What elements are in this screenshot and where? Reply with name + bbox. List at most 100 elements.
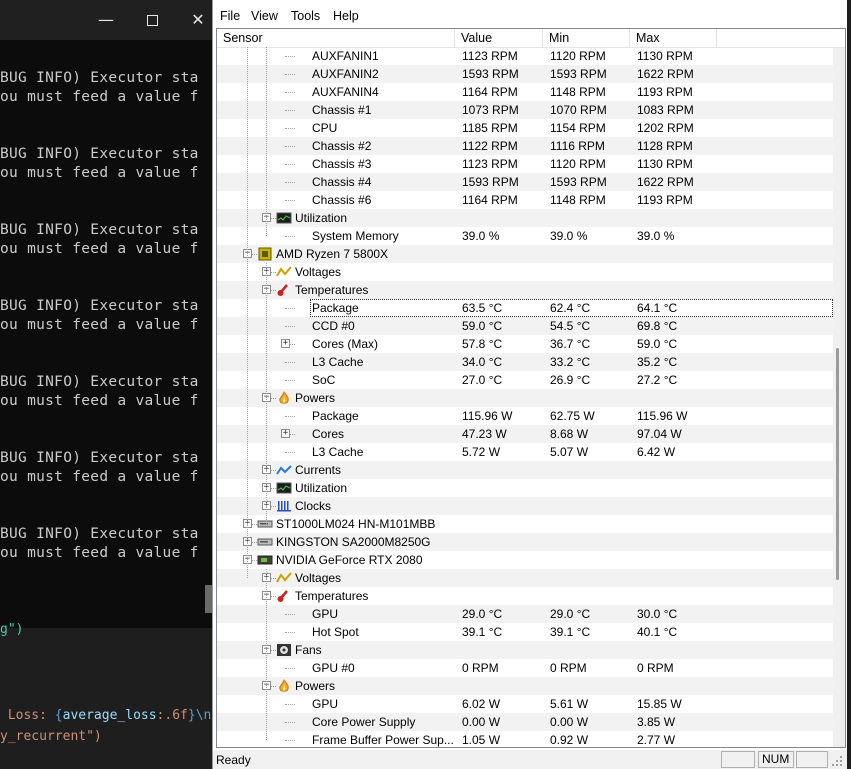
sensor-max: 1128 RPM (637, 139, 693, 153)
sensor-value: 1593 RPM (462, 175, 519, 189)
minimize-button[interactable]: — (93, 8, 119, 32)
sensor-max: 69.8 °C (637, 319, 678, 333)
clock-icon (277, 501, 291, 512)
tree-connector (285, 668, 295, 669)
sensor-max: 59.0 °C (637, 337, 678, 351)
sensor-row[interactable]: Frame Buffer Power Sup... 1.05 W 0.92 W 2.7… (217, 731, 833, 747)
sensor-label: Chassis #1 (312, 103, 372, 117)
menu-file[interactable]: File (220, 9, 240, 23)
sensor-min: 1120 RPM (550, 157, 606, 171)
sensor-row[interactable]: Chassis #3 1123 RPM 1120 RPM 1130 RPM (217, 155, 833, 173)
sensor-row[interactable]: AUXFANIN4 1164 RPM 1148 RPM 1193 RPM (217, 83, 833, 101)
sensor-group-row[interactable]: + Currents (217, 461, 833, 479)
sensor-row[interactable]: SoC 27.0 °C 26.9 °C 27.2 °C (217, 371, 833, 389)
sensor-row[interactable]: Package 115.96 W 62.75 W 115.96 W (217, 407, 833, 425)
code-format-spec: :.6f (156, 708, 188, 723)
tree-guide-line (266, 47, 267, 236)
vertical-scrollbar[interactable] (833, 48, 845, 747)
sensor-group-row[interactable]: + Utilization (217, 479, 833, 497)
sensor-value: 39.0 % (462, 229, 500, 243)
sensor-row[interactable]: Package 63.5 °C 62.4 °C 64.1 °C (217, 299, 833, 317)
tree-connector (285, 632, 295, 633)
sensor-row[interactable]: AUXFANIN2 1593 RPM 1593 RPM 1622 RPM (217, 65, 833, 83)
sensor-min: 1154 RPM (550, 121, 606, 135)
expand-icon[interactable]: + (281, 339, 290, 348)
sensor-row[interactable]: L3 Cache 34.0 °C 33.2 °C 35.2 °C (217, 353, 833, 371)
sensor-row[interactable]: GPU #0 0 RPM 0 RPM 0 RPM (217, 659, 833, 677)
menu-view[interactable]: View (251, 9, 278, 23)
sensor-group-row[interactable]: + ST1000LM024 HN-M101MBB (217, 515, 833, 533)
sensor-min: 5.61 W (550, 697, 589, 711)
sensor-value: 115.96 W (462, 409, 513, 423)
sensor-row[interactable]: AUXFANIN1 1123 RPM 1120 RPM 1130 RPM (217, 47, 833, 65)
sensor-max: 30.0 °C (637, 607, 678, 621)
tree-guide-line (247, 47, 248, 272)
sensor-tree: AUXFANIN1 1123 RPM 1120 RPM 1130 RPM AUXFANI… (217, 47, 833, 747)
sensor-max: 15.85 W (637, 697, 682, 711)
expand-icon[interactable]: + (281, 429, 290, 438)
resize-grip-icon[interactable] (830, 754, 844, 768)
sensor-group-row[interactable]: + Clocks (217, 497, 833, 515)
tree-connector (285, 326, 295, 327)
sensor-group-row[interactable]: − Powers (217, 389, 833, 407)
status-pane (796, 751, 828, 768)
close-button[interactable]: ✕ (185, 8, 211, 32)
sensor-min: 39.1 °C (550, 625, 591, 639)
sensor-group-row[interactable]: + Voltages (217, 569, 833, 587)
sensor-value: 34.0 °C (462, 355, 503, 369)
scrollbar-thumb[interactable] (836, 348, 839, 580)
column-max[interactable]: Max (630, 29, 717, 48)
sensor-row[interactable]: Chassis #2 1122 RPM 1116 RPM 1128 RPM (217, 137, 833, 155)
sensor-label: Core Power Supply (312, 715, 416, 729)
sensor-row[interactable]: CCD #0 59.0 °C 54.5 °C 69.8 °C (217, 317, 833, 335)
sensor-min: 0.92 W (550, 733, 589, 747)
maximize-button[interactable] (139, 8, 165, 32)
sensor-max: 6.42 W (637, 445, 676, 459)
sensor-value: 59.0 °C (462, 319, 503, 333)
tree-guide-line (247, 551, 248, 578)
sensor-row[interactable]: Chassis #6 1164 RPM 1148 RPM 1193 RPM (217, 191, 833, 209)
sensor-group-row[interactable]: − Temperatures (217, 587, 833, 605)
sensor-row[interactable]: System Memory 39.0 % 39.0 % 39.0 % (217, 227, 833, 245)
sensor-value: 47.23 W (462, 427, 507, 441)
sensor-group-row[interactable]: − NVIDIA GeForce RTX 2080 (217, 551, 833, 569)
sensor-row[interactable]: GPU 29.0 °C 29.0 °C 30.0 °C (217, 605, 833, 623)
sensor-row[interactable]: Chassis #4 1593 RPM 1593 RPM 1622 RPM (217, 173, 833, 191)
sensor-row[interactable]: CPU 1185 RPM 1154 RPM 1202 RPM (217, 119, 833, 137)
sensor-group-row[interactable]: − Fans (217, 641, 833, 659)
terminal-scrollbar[interactable] (205, 585, 212, 613)
column-sensor[interactable]: Sensor (217, 29, 455, 48)
sensor-group-row[interactable]: − Temperatures (217, 281, 833, 299)
sensor-row[interactable]: + Cores (Max) 57.8 °C 36.7 °C 59.0 °C (217, 335, 833, 353)
sensor-group-row[interactable]: + KINGSTON SA2000M8250G (217, 533, 833, 551)
sensor-min: 62.75 W (550, 409, 595, 423)
code-escape: \n (195, 708, 212, 723)
sensor-row[interactable]: + Cores 47.23 W 8.68 W 97.04 W (217, 425, 833, 443)
column-min[interactable]: Min (543, 29, 630, 48)
menu-help[interactable]: Help (333, 9, 359, 23)
background-strip (847, 0, 851, 769)
sensor-group-row[interactable]: − Powers (217, 677, 833, 695)
sensor-row[interactable]: Hot Spot 39.1 °C 39.1 °C 40.1 °C (217, 623, 833, 641)
sensor-row[interactable]: GPU 6.02 W 5.61 W 15.85 W (217, 695, 833, 713)
sensor-value: 1593 RPM (462, 67, 519, 81)
sensor-label: AUXFANIN2 (312, 67, 379, 81)
column-header: Sensor Value Min Max (217, 29, 845, 48)
menu-bar: File View Tools Help (213, 4, 848, 26)
sensor-row[interactable]: Chassis #1 1073 RPM 1070 RPM 1083 RPM (217, 101, 833, 119)
sensor-row[interactable]: Core Power Supply 0.00 W 0.00 W 3.85 W (217, 713, 833, 731)
sensor-value: 29.0 °C (462, 607, 503, 621)
sensor-group-row[interactable]: − Utilization (217, 209, 833, 227)
menu-tools[interactable]: Tools (291, 9, 320, 23)
sensor-group-row[interactable]: − AMD Ryzen 7 5800X (217, 245, 833, 263)
sensor-tree-panel: Sensor Value Min Max AUXFANIN1 1123 RPM 11… (216, 28, 846, 748)
power-flame-icon (279, 679, 289, 692)
terminal-line: BUG INFO) Executor sta (0, 374, 199, 390)
sensor-value: 39.1 °C (462, 625, 503, 639)
sensor-value: 1123 RPM (462, 157, 518, 171)
sensor-max: 0 RPM (637, 661, 674, 675)
sensor-row[interactable]: L3 Cache 5.72 W 5.07 W 6.42 W (217, 443, 833, 461)
sensor-max: 3.85 W (637, 715, 676, 729)
column-value[interactable]: Value (455, 29, 543, 48)
sensor-group-row[interactable]: + Voltages (217, 263, 833, 281)
